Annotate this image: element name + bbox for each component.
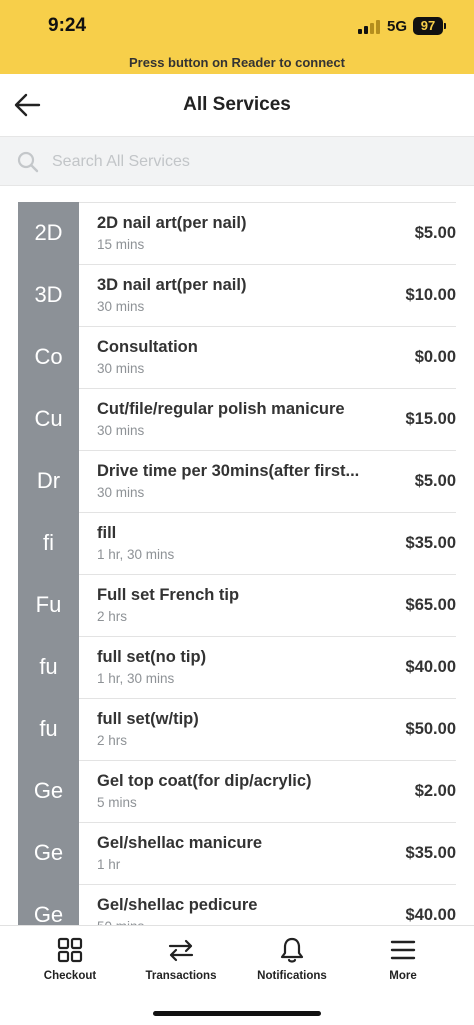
service-row[interactable]: Ge Gel top coat(for dip/acrylic) 5 mins $2.…	[18, 760, 456, 823]
service-duration: 1 hr, 30 mins	[97, 547, 175, 562]
service-price: $0.00	[414, 348, 456, 366]
tab-checkout[interactable]: Checkout	[11, 926, 129, 996]
cellular-signal-icon	[358, 20, 380, 34]
service-avatar: Ge	[18, 884, 79, 925]
service-name: Gel/shellac pedicure	[97, 896, 258, 914]
battery-tip	[444, 23, 446, 29]
service-row[interactable]: 3D 3D nail art(per nail) 30 mins $10.00	[18, 264, 456, 327]
service-avatar: Ge	[18, 822, 79, 885]
service-name: full set(no tip)	[97, 648, 207, 666]
service-price: $5.00	[414, 472, 456, 490]
service-price: $40.00	[405, 906, 456, 924]
service-avatar: Cu	[18, 388, 79, 451]
service-row[interactable]: GeGel/shellac pedicure50 mins$40.00	[18, 884, 456, 925]
service-price: $35.00	[405, 534, 456, 552]
battery-icon: 97	[413, 17, 443, 35]
grid-icon	[57, 937, 83, 963]
tab-more-label: More	[389, 970, 417, 982]
reader-connect-message: Press button on Reader to connect	[129, 55, 345, 70]
service-avatar: Ge	[18, 760, 79, 823]
service-avatar: fu	[18, 636, 79, 699]
service-row[interactable]: fu full set(no tip) 1 hr, 30 mins $40.00	[18, 636, 456, 699]
service-list: 2D 2D nail art(per nail) 15 mins $5.00 3D 3D …	[18, 202, 456, 925]
bottom-tab-bar: Checkout Transactions Notifications More	[0, 925, 474, 1025]
service-avatar: Co	[18, 326, 79, 389]
service-name: full set(w/tip)	[97, 710, 199, 728]
service-name: 2D nail art(per nail)	[97, 214, 247, 232]
service-name: Cut/file/regular polish manicure	[97, 400, 345, 418]
service-avatar: fu	[18, 698, 79, 761]
service-name: fill	[97, 524, 117, 542]
service-price: $15.00	[405, 410, 456, 428]
service-name: Gel/shellac manicure	[97, 834, 263, 852]
service-duration: 15 mins	[97, 237, 145, 252]
service-price: $40.00	[405, 658, 456, 676]
service-price: $35.00	[405, 844, 456, 862]
bell-icon	[280, 937, 304, 963]
service-duration: 5 mins	[97, 795, 137, 810]
service-avatar: 2D	[18, 202, 79, 265]
service-row[interactable]: Co Consultation 30 mins $0.00	[18, 326, 456, 389]
service-row[interactable]: Ge Gel/shellac manicure 1 hr $35.00	[18, 822, 456, 885]
status-time: 9:24	[48, 15, 87, 36]
service-duration: 2 hrs	[97, 733, 128, 748]
tab-checkout-label: Checkout	[43, 970, 97, 982]
service-duration: 30 mins	[97, 423, 145, 438]
service-row[interactable]: Fu Full set French tip 2 hrs $65.00	[18, 574, 456, 637]
service-duration: 1 hr	[97, 857, 121, 872]
service-row[interactable]: fu full set(w/tip) 2 hrs $50.00	[18, 698, 456, 761]
page-header: All Services	[0, 74, 474, 136]
tab-transactions-label: Transactions	[145, 970, 217, 982]
service-name: Consultation	[97, 338, 198, 356]
service-duration: 30 mins	[97, 361, 145, 376]
tab-transactions[interactable]: Transactions	[122, 926, 240, 996]
service-avatar: 3D	[18, 264, 79, 327]
service-avatar: Dr	[18, 450, 79, 513]
tab-notifications-label: Notifications	[257, 970, 327, 982]
service-name: 3D nail art(per nail)	[97, 276, 247, 294]
search-icon	[17, 151, 39, 173]
service-price: $50.00	[405, 720, 456, 738]
search-bar	[0, 136, 474, 186]
service-name: Gel top coat(for dip/acrylic)	[97, 772, 312, 790]
service-avatar: fi	[18, 512, 79, 575]
service-duration: 30 mins	[97, 299, 145, 314]
service-duration: 1 hr, 30 mins	[97, 671, 175, 686]
tab-notifications[interactable]: Notifications	[233, 926, 351, 996]
transfer-arrows-icon	[168, 939, 194, 962]
service-name: Full set French tip	[97, 586, 240, 604]
service-price: $5.00	[414, 224, 456, 242]
service-row[interactable]: fi fill 1 hr, 30 mins $35.00	[18, 512, 456, 575]
service-row[interactable]: Dr Drive time per 30mins(after first... 30…	[18, 450, 456, 513]
page-title: All Services	[183, 94, 291, 115]
service-price: $10.00	[405, 286, 456, 304]
service-row[interactable]: 2D 2D nail art(per nail) 15 mins $5.00	[18, 202, 456, 265]
home-indicator	[153, 1011, 321, 1016]
service-duration: 30 mins	[97, 485, 145, 500]
tab-more[interactable]: More	[344, 926, 462, 996]
service-price: $65.00	[405, 596, 456, 614]
service-avatar: Fu	[18, 574, 79, 637]
service-duration: 2 hrs	[97, 609, 128, 624]
service-price: $2.00	[414, 782, 456, 800]
network-type: 5G	[387, 18, 408, 35]
status-bar: 9:24 5G 97	[0, 0, 474, 52]
service-row[interactable]: Cu Cut/file/regular polish manicure 30 min…	[18, 388, 456, 451]
service-name: Drive time per 30mins(after first...	[97, 462, 360, 480]
search-input[interactable]	[52, 147, 452, 177]
menu-icon	[390, 940, 416, 960]
